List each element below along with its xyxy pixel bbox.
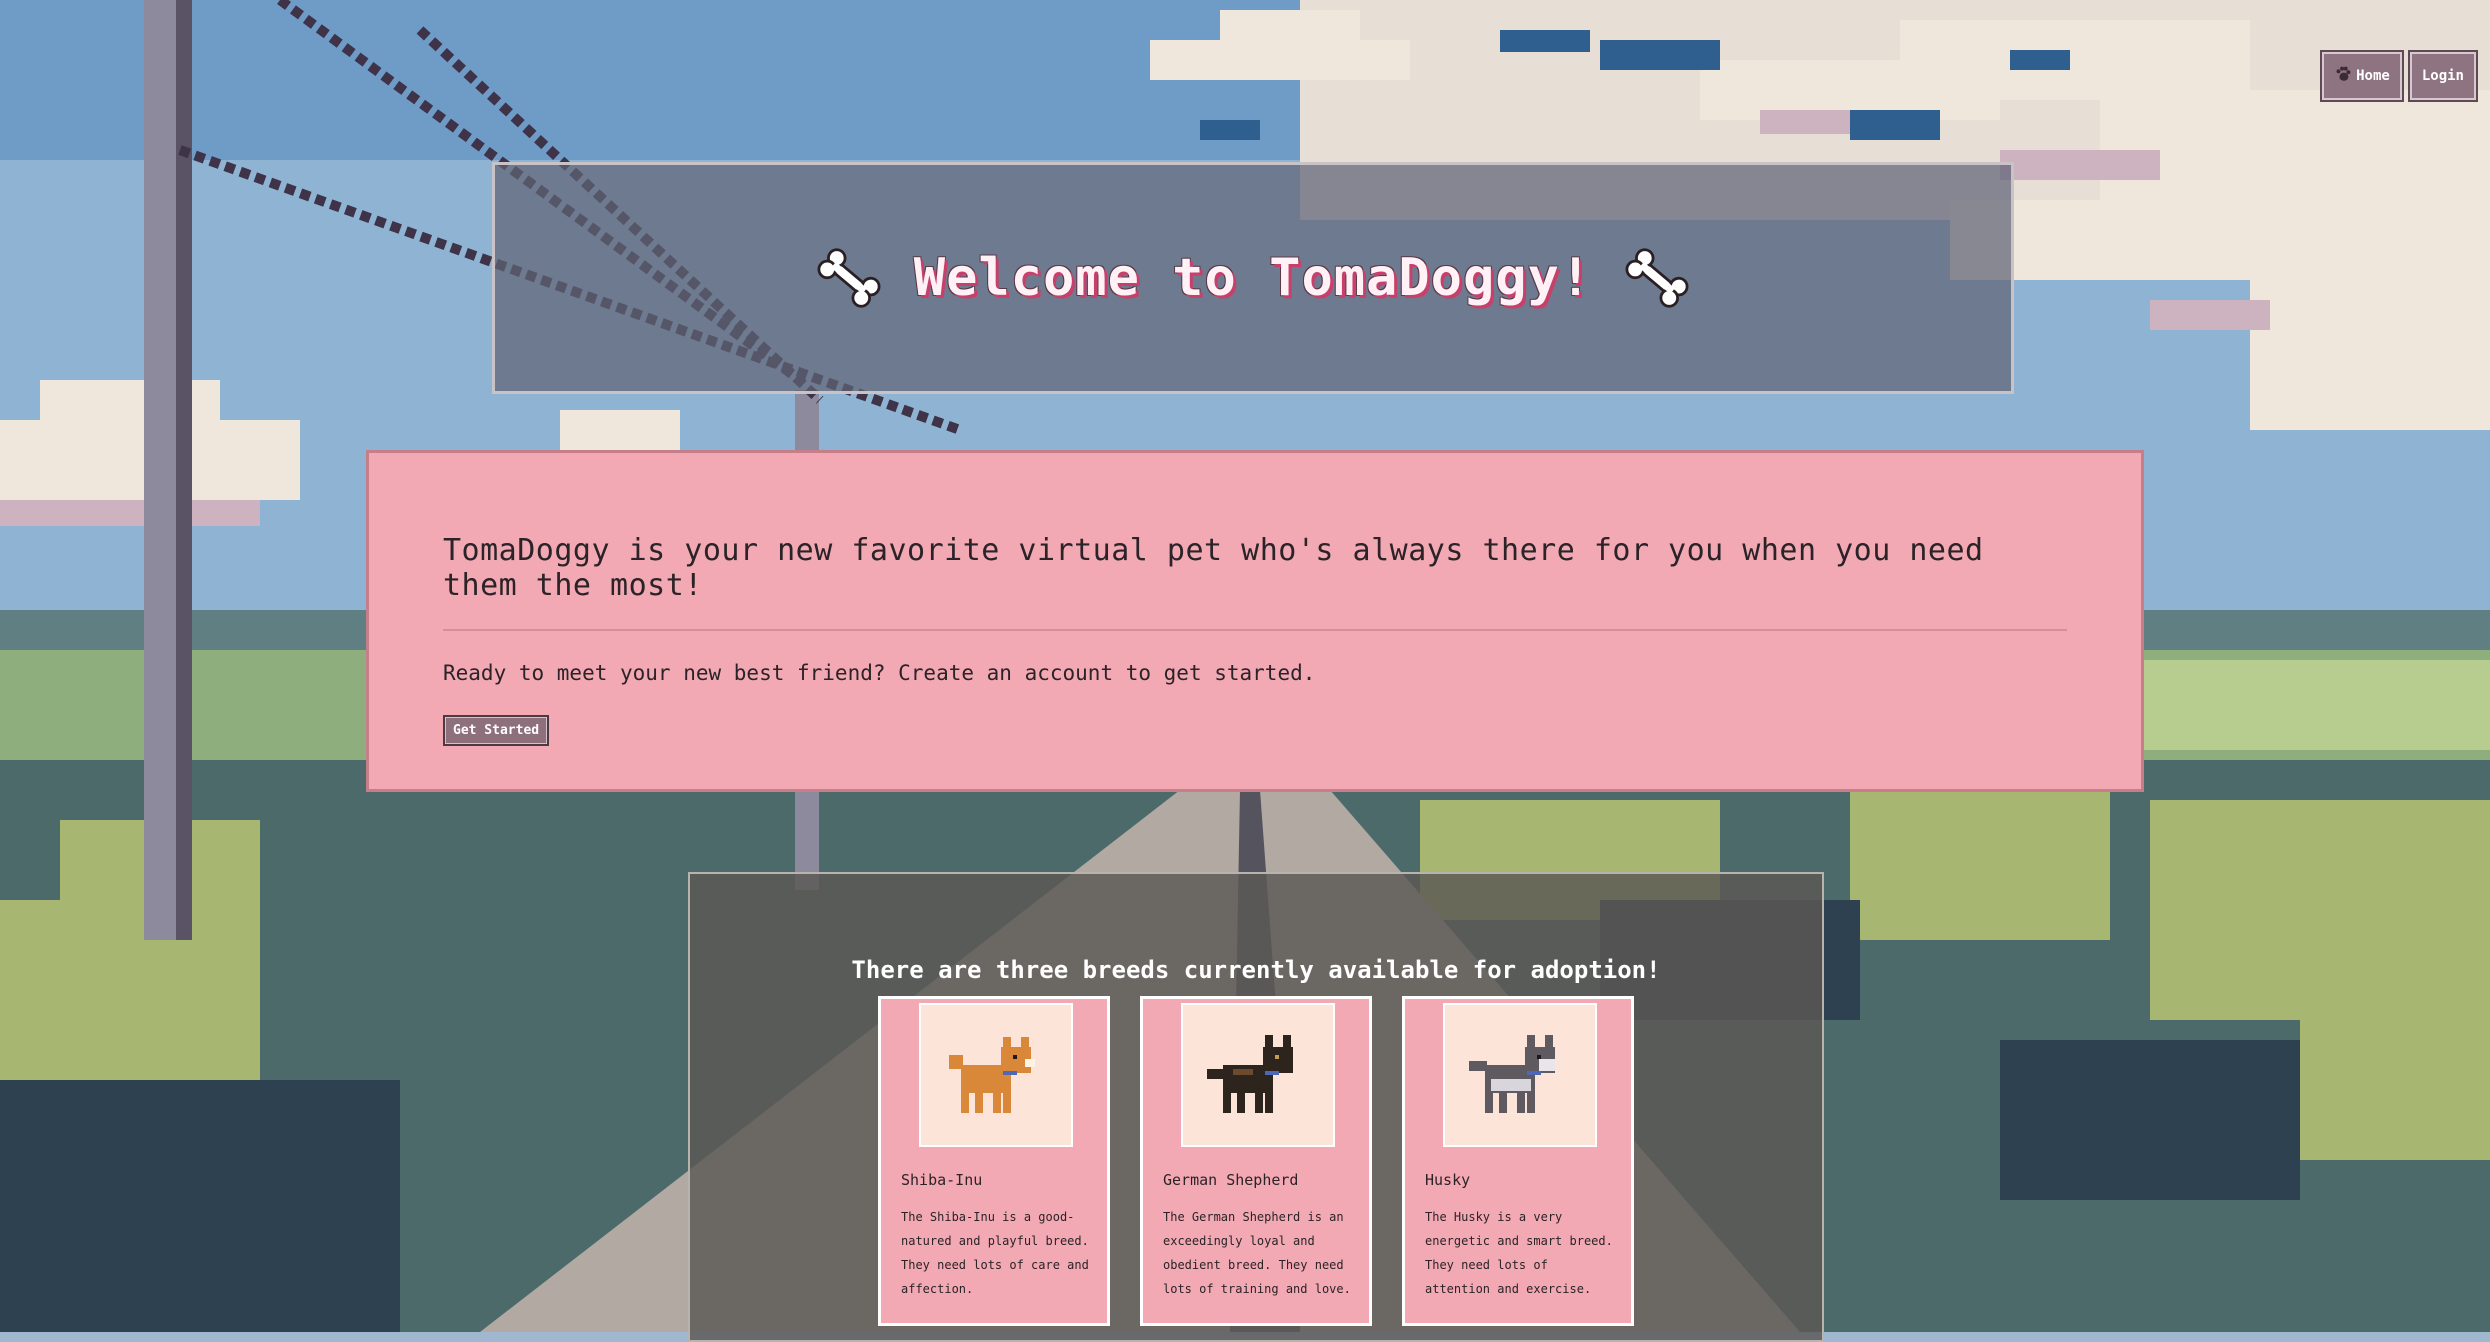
german-shepherd-image xyxy=(1181,1003,1335,1147)
login-button-label: Login xyxy=(2421,68,2464,84)
breed-cards: Shiba-Inu The Shiba-Inu is a good-nature… xyxy=(878,996,1634,1326)
breed-card-husky[interactable]: Husky The Husky is a very energetic and … xyxy=(1402,996,1634,1326)
page-title: Welcome to TomaDoggy! xyxy=(913,248,1593,308)
shiba-inu-image xyxy=(919,1003,1073,1147)
bone-icon xyxy=(817,248,881,308)
welcome-banner: Welcome to TomaDoggy! xyxy=(492,162,2014,394)
breed-description: The Shiba-Inu is a good-natured and play… xyxy=(901,1210,1089,1296)
dog-icon xyxy=(949,1037,1035,1113)
husky-image xyxy=(1443,1003,1597,1147)
home-button-label: Home xyxy=(2356,68,2390,84)
breed-name: German Shepherd xyxy=(1163,1171,1299,1189)
breed-name: Husky xyxy=(1425,1171,1471,1189)
intro-cta-text: Ready to meet your new best friend? Crea… xyxy=(443,661,1316,685)
breeds-panel: There are three breeds currently availab… xyxy=(688,872,1824,1342)
breed-name: Shiba-Inu xyxy=(901,1171,983,1189)
home-button[interactable]: Home xyxy=(2322,52,2402,100)
login-button[interactable]: Login xyxy=(2409,52,2476,100)
dog-icon xyxy=(1469,1035,1555,1113)
intro-panel: TomaDoggy is your new favorite virtual p… xyxy=(366,450,2144,792)
paw-icon xyxy=(2334,65,2352,87)
breeds-heading: There are three breeds currently availab… xyxy=(851,956,1661,984)
top-nav: Home Login xyxy=(2322,52,2476,100)
breed-card-german-shepherd[interactable]: German Shepherd The German Shepherd is a… xyxy=(1140,996,1372,1326)
bone-icon xyxy=(1625,248,1689,308)
breed-description: The Husky is a very energetic and smart … xyxy=(1425,1210,1613,1296)
intro-tagline: TomaDoggy is your new favorite virtual p… xyxy=(443,533,2067,631)
get-started-button[interactable]: Get Started xyxy=(443,715,550,746)
dog-icon xyxy=(1207,1035,1293,1113)
breed-card-shiba-inu[interactable]: Shiba-Inu The Shiba-Inu is a good-nature… xyxy=(878,996,1110,1326)
breed-description: The German Shepherd is an exceedingly lo… xyxy=(1163,1210,1351,1296)
